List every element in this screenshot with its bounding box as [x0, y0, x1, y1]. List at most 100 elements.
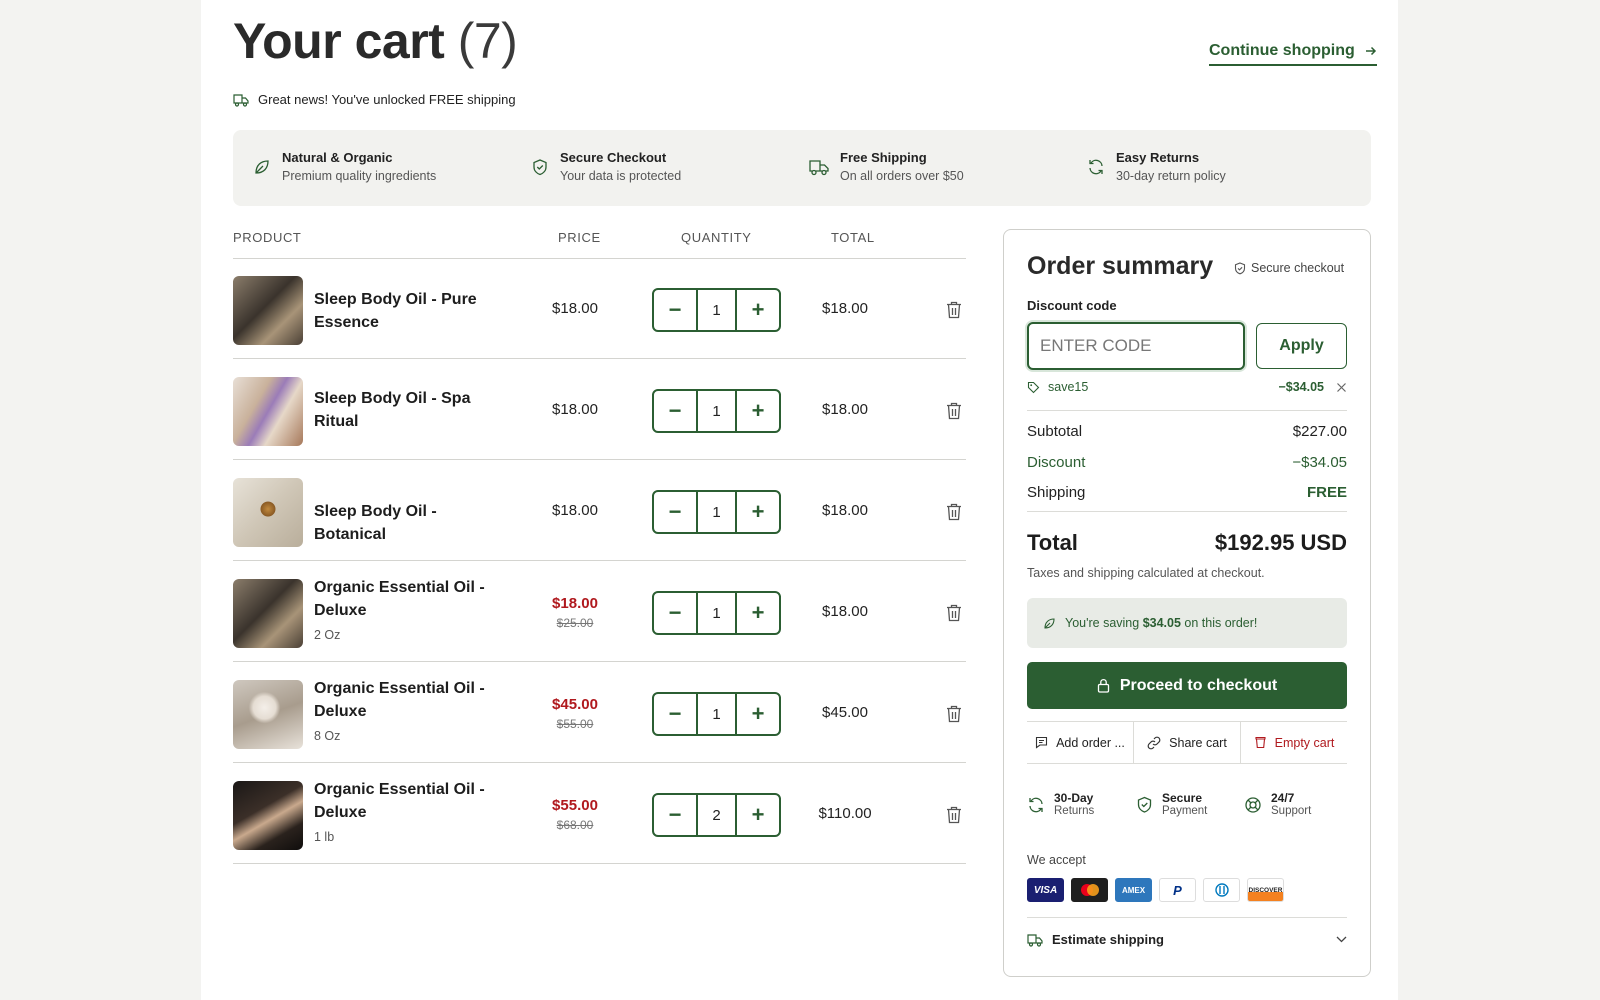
trust-secure-payment: Secure Payment [1136, 792, 1207, 817]
quantity-value[interactable]: 1 [696, 391, 737, 431]
discount-code-label: Discount code [1027, 298, 1117, 313]
product-thumbnail[interactable] [233, 680, 303, 749]
increase-quantity-button[interactable]: + [737, 492, 779, 532]
secure-checkout-text: Secure checkout [1251, 261, 1345, 275]
cart-row: Organic Essential Oil - Deluxe 8 Oz $45.0… [233, 663, 966, 763]
share-cart-button[interactable]: Share cart [1133, 722, 1240, 763]
remove-discount-button[interactable] [1336, 382, 1347, 393]
quantity-stepper: − 2 + [652, 793, 781, 837]
savings-banner: You're saving $34.05 on this order! [1027, 598, 1347, 648]
product-thumbnail[interactable] [233, 276, 303, 345]
trash-icon[interactable] [945, 502, 963, 522]
decrease-quantity-button[interactable]: − [654, 593, 696, 633]
increase-quantity-button[interactable]: + [737, 391, 779, 431]
trust-subtitle: Returns [1054, 805, 1095, 817]
decrease-quantity-button[interactable]: − [654, 391, 696, 431]
quantity-value[interactable]: 1 [696, 593, 737, 633]
quantity-value[interactable]: 1 [696, 694, 737, 734]
estimate-shipping-toggle[interactable]: Estimate shipping [1027, 917, 1347, 961]
cart-page: Your cart (7) Continue shopping Great ne… [201, 0, 1398, 1000]
payment-methods: VISA AMEX P DISCOVER [1027, 878, 1284, 902]
empty-cart-button[interactable]: Empty cart [1240, 722, 1347, 763]
shipping-row: Shipping FREE [1027, 484, 1347, 501]
increase-quantity-button[interactable]: + [737, 795, 779, 835]
decrease-quantity-button[interactable]: − [654, 492, 696, 532]
product-thumbnail[interactable] [233, 377, 303, 446]
unit-price: $45.00 $55.00 [515, 696, 635, 731]
feature-title: Easy Returns [1116, 150, 1200, 165]
line-total: $110.00 [818, 805, 872, 822]
continue-shopping-link[interactable]: Continue shopping [1209, 42, 1377, 66]
proceed-to-checkout-button[interactable]: Proceed to checkout [1027, 662, 1347, 709]
product-thumbnail[interactable] [233, 478, 303, 547]
add-order-note-button[interactable]: Add order ... [1027, 722, 1133, 763]
original-price: $55.00 [556, 717, 594, 731]
feature-free-shipping: Free Shipping On all orders over $50 [809, 150, 964, 183]
trash-icon[interactable] [945, 704, 963, 724]
secure-checkout-badge: Secure checkout [1234, 261, 1344, 275]
trash-icon[interactable] [945, 401, 963, 421]
visa-card-icon: VISA [1027, 878, 1064, 902]
total-value: $192.95 USD [1214, 530, 1347, 555]
line-total: $18.00 [822, 603, 868, 620]
product-name[interactable]: Sleep Body Oil - Spa Ritual [314, 387, 509, 433]
savings-suffix: on this order! [1184, 616, 1258, 630]
trash-icon[interactable] [945, 300, 963, 320]
header-total: TOTAL [831, 230, 875, 245]
unit-price: $18.00 $25.00 [515, 595, 635, 630]
truck-icon [233, 93, 249, 107]
increase-quantity-button[interactable]: + [737, 694, 779, 734]
subtotal-row: Subtotal $227.00 [1027, 423, 1347, 440]
quantity-value[interactable]: 2 [696, 795, 737, 835]
increase-quantity-button[interactable]: + [737, 290, 779, 330]
product-name-block[interactable]: Organic Essential Oil - Deluxe 1 lb [314, 778, 509, 849]
quantity-value[interactable]: 1 [696, 290, 737, 330]
free-shipping-banner: Great news! You've unlocked FREE shippin… [233, 92, 516, 107]
decrease-quantity-button[interactable]: − [654, 290, 696, 330]
savings-text: You're saving $34.05 on this order! [1065, 616, 1257, 630]
trust-title: Secure [1162, 791, 1203, 805]
product-name[interactable]: Sleep Body Oil - Pure Essence [314, 288, 509, 334]
checkout-label: Proceed to checkout [1119, 676, 1278, 694]
trash-icon[interactable] [945, 805, 963, 825]
close-icon [1337, 382, 1346, 392]
header-product: PRODUCT [233, 230, 302, 245]
product-thumbnail[interactable] [233, 781, 303, 850]
summary-title: Order summary [1027, 252, 1214, 280]
feature-title: Natural & Organic [282, 150, 393, 165]
product-name[interactable]: Sleep Body Oil - Botanical [314, 500, 509, 546]
link-icon [1147, 736, 1161, 749]
discount-code-input[interactable] [1027, 322, 1245, 370]
features-strip: Natural & Organic Premium quality ingredi… [233, 130, 1371, 206]
quantity-value[interactable]: 1 [696, 492, 737, 532]
feature-subtitle: Premium quality ingredients [282, 169, 437, 183]
feature-subtitle: 30-day return policy [1116, 169, 1226, 183]
cart-row: Sleep Body Oil - Pure Essence $18.00 − 1… [233, 259, 966, 359]
product-name-block[interactable]: Organic Essential Oil - Deluxe 2 Oz [314, 576, 509, 647]
unit-price: $18.00 [552, 300, 598, 317]
unit-price: $18.00 [552, 401, 598, 418]
feature-title: Secure Checkout [560, 150, 667, 165]
we-accept-label: We accept [1027, 853, 1086, 867]
trust-subtitle: Support [1271, 805, 1312, 817]
original-price: $25.00 [556, 616, 594, 630]
increase-quantity-button[interactable]: + [737, 593, 779, 633]
feature-subtitle: Your data is protected [560, 169, 682, 183]
feature-title: Free Shipping [840, 150, 927, 165]
decrease-quantity-button[interactable]: − [654, 694, 696, 734]
product-name-block[interactable]: Organic Essential Oil - Deluxe 8 Oz [314, 677, 509, 748]
taxes-note: Taxes and shipping calculated at checkou… [1027, 566, 1265, 580]
applied-discount: save15 −$34.05 [1027, 380, 1347, 394]
unit-price: $18.00 [552, 502, 598, 519]
sale-price: $18.00 [552, 595, 598, 612]
trust-support: 24/7 Support [1244, 792, 1311, 817]
total-label: Total [1027, 530, 1078, 555]
cart-row: Sleep Body Oil - Botanical $18.00 − 1 + … [233, 461, 966, 561]
diners-club-icon [1203, 878, 1240, 902]
apply-discount-button[interactable]: Apply [1256, 323, 1347, 369]
product-thumbnail[interactable] [233, 579, 303, 648]
divider [1027, 511, 1347, 512]
applied-code: save15 [1027, 380, 1088, 394]
decrease-quantity-button[interactable]: − [654, 795, 696, 835]
trash-icon[interactable] [945, 603, 963, 623]
